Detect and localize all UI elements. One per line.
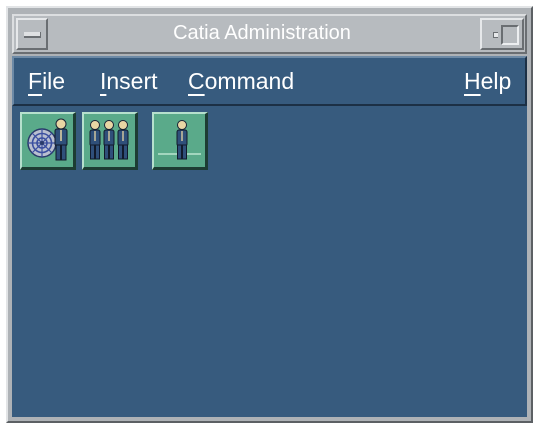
- client-area: File Insert Command Help: [12, 56, 527, 417]
- network-administrator-button[interactable]: [20, 112, 76, 170]
- menu-help-label: elp: [480, 68, 512, 94]
- menu-file-mnemonic: F: [28, 68, 43, 94]
- title-bar[interactable]: Catia Administration: [12, 14, 527, 54]
- menu-command-mnemonic: C: [188, 68, 205, 94]
- network-administrator-icon: [27, 118, 68, 161]
- catia-administration-window: Catia Administration File Insert Command…: [6, 6, 533, 423]
- menu-bar: File Insert Command Help: [12, 56, 527, 106]
- menu-command-label: ommand: [204, 68, 295, 94]
- menu-file-label: ile: [42, 68, 66, 94]
- single-user-icon: [158, 120, 201, 160]
- menu-file[interactable]: File: [28, 66, 65, 96]
- user-group-icon: [89, 120, 129, 160]
- menu-insert[interactable]: Insert: [100, 66, 158, 96]
- menu-insert-label: nsert: [106, 68, 158, 94]
- window-menu-button[interactable]: [16, 18, 48, 50]
- single-user-button[interactable]: [152, 112, 208, 170]
- window-menu-icon: [24, 32, 41, 38]
- user-group-button[interactable]: [82, 112, 138, 170]
- menu-help[interactable]: Help: [464, 66, 511, 96]
- menu-command[interactable]: Command: [188, 66, 294, 96]
- maximize-button[interactable]: [498, 18, 524, 50]
- window-title: Catia Administration: [173, 22, 351, 44]
- menu-help-mnemonic: H: [464, 68, 481, 94]
- maximize-icon: [501, 25, 519, 45]
